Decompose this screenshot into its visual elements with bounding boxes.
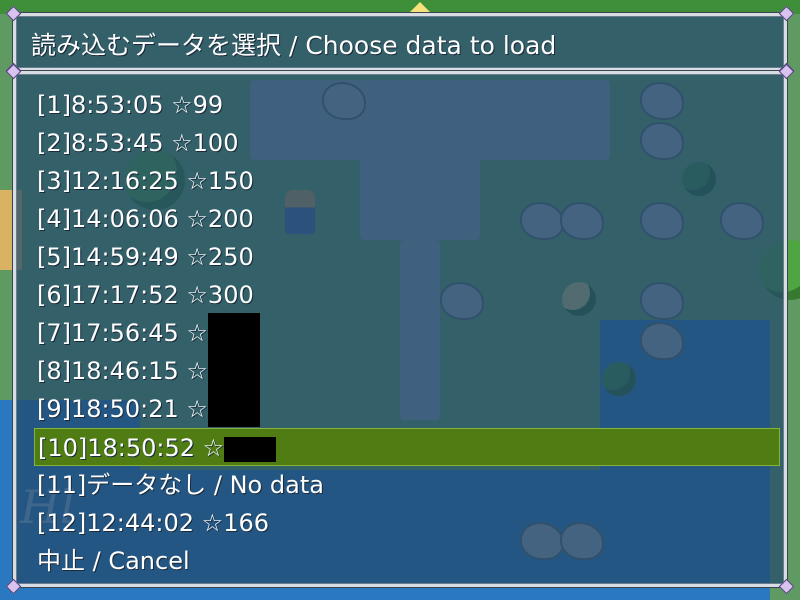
save-slot-3[interactable]: [3]12:16:25 ☆150: [34, 162, 780, 200]
title-window: 読み込むデータを選択 / Choose data to load: [5, 5, 795, 79]
cancel-option[interactable]: 中止 / Cancel: [34, 542, 780, 580]
redacted-star-count: [207, 351, 260, 389]
slot-label: [7]17:56:45 ☆: [37, 319, 208, 347]
save-slot-10-selected[interactable]: [10]18:50:52 ☆: [34, 428, 780, 466]
save-slot-list: [1]8:53:05 ☆99 [2]8:53:45 ☆100 [3]12:16:…: [34, 86, 780, 580]
slot-label: [10]18:50:52 ☆: [38, 434, 225, 462]
slot-label: [5]14:59:49 ☆250: [37, 243, 254, 271]
slot-label: [8]18:46:15 ☆: [37, 357, 208, 385]
slot-label: [1]8:53:05 ☆99: [37, 91, 224, 119]
load-slot-window: [1]8:53:05 ☆99 [2]8:53:45 ☆100 [3]12:16:…: [5, 63, 795, 595]
save-slot-5[interactable]: [5]14:59:49 ☆250: [34, 238, 780, 276]
slot-label: [9]18:50:21 ☆: [37, 395, 208, 423]
hedge-top: [0, 0, 800, 14]
slot-label: [2]8:53:45 ☆100: [37, 129, 239, 157]
slot-label: [12]12:44:02 ☆166: [37, 509, 270, 537]
save-slot-8[interactable]: [8]18:46:15 ☆: [34, 351, 780, 390]
save-slot-9[interactable]: [9]18:50:21 ☆: [34, 389, 780, 428]
save-slot-11-empty[interactable]: [11]データなし / No data: [34, 466, 780, 504]
save-slot-12[interactable]: [12]12:44:02 ☆166: [34, 504, 780, 542]
save-slot-6[interactable]: [6]17:17:52 ☆300: [34, 276, 780, 314]
slot-label: [4]14:06:06 ☆200: [37, 205, 254, 233]
window-title: 読み込むデータを選択 / Choose data to load: [31, 31, 557, 60]
slot-label: [11]データなし / No data: [37, 471, 324, 499]
redacted-star-count: [207, 389, 260, 427]
slot-label: [6]17:17:52 ☆300: [37, 281, 254, 309]
save-slot-2[interactable]: [2]8:53:45 ☆100: [34, 124, 780, 162]
cancel-label: 中止 / Cancel: [37, 547, 190, 575]
save-slot-7[interactable]: [7]17:56:45 ☆: [34, 313, 780, 352]
save-slot-4[interactable]: [4]14:06:06 ☆200: [34, 200, 780, 238]
redacted-star-count: [224, 436, 277, 462]
redacted-star-count: [207, 313, 260, 351]
save-slot-1[interactable]: [1]8:53:05 ☆99: [34, 86, 780, 124]
slot-label: [3]12:16:25 ☆150: [37, 167, 254, 195]
